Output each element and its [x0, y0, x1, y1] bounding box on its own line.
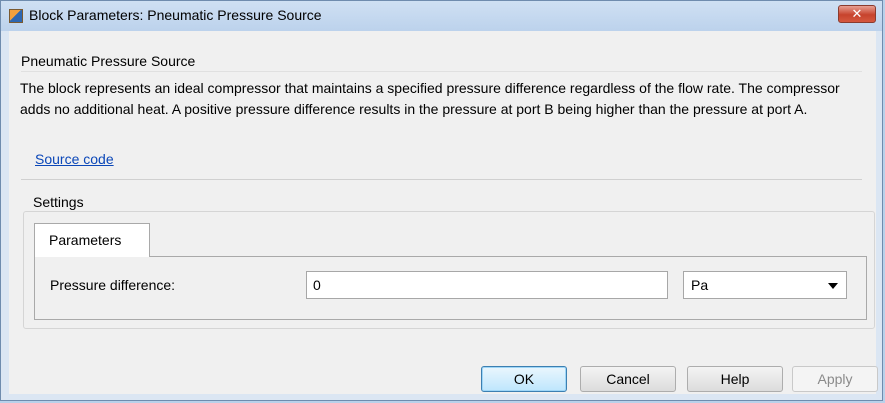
ok-button[interactable]: OK [481, 366, 567, 392]
description-heading: Pneumatic Pressure Source [21, 53, 196, 69]
help-button[interactable]: Help [687, 366, 783, 392]
cancel-button[interactable]: Cancel [580, 366, 676, 392]
close-icon: ✕ [851, 6, 863, 21]
settings-heading: Settings [33, 194, 84, 210]
section-divider [21, 179, 862, 180]
chevron-down-icon [828, 283, 838, 289]
simulink-block-icon [9, 9, 23, 23]
pressure-difference-input[interactable] [306, 271, 668, 299]
close-button[interactable]: ✕ [838, 5, 876, 23]
dialog-window: Block Parameters: Pneumatic Pressure Sou… [0, 0, 883, 401]
window-title: Block Parameters: Pneumatic Pressure Sou… [29, 7, 322, 23]
unit-value: Pa [691, 277, 709, 293]
source-code-link[interactable]: Source code [35, 151, 114, 167]
description-divider [21, 71, 862, 72]
unit-dropdown[interactable]: Pa [683, 271, 847, 299]
tab-parameters[interactable]: Parameters [34, 223, 150, 257]
apply-button[interactable]: Apply [792, 366, 878, 392]
description-text: The block represents an ideal compressor… [20, 80, 840, 117]
title-bar[interactable]: Block Parameters: Pneumatic Pressure Sou… [1, 1, 882, 31]
pressure-difference-label: Pressure difference: [50, 277, 176, 293]
